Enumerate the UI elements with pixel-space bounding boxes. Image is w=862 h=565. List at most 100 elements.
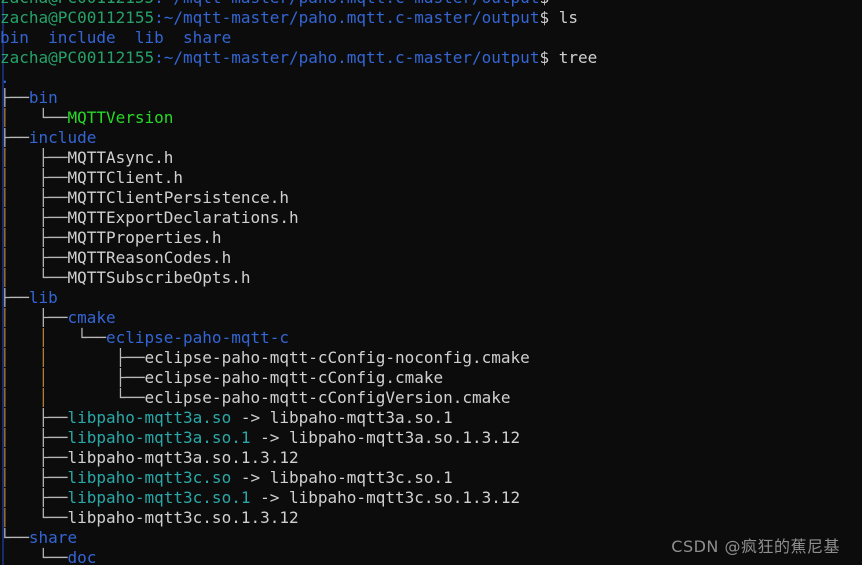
prompt-command: ls [549,8,578,27]
tree-trunk: │ │ [0,328,78,347]
ls-entry: share [183,28,232,47]
tree-line: │ └──MQTTSubscribeOpts.h [0,268,862,288]
tree-branch: ├── [38,408,68,427]
prompt-path: ~/mqtt-master/paho.mqtt.c-master/output [164,0,540,7]
prompt-command: tree [549,48,598,67]
tree-branch: ├── [38,228,68,247]
prompt-separator: : [154,8,164,27]
tree-entry-name: MQTTVersion [67,108,174,127]
tree-branch: ├── [0,88,29,107]
tree-trunk: │ [0,268,39,287]
tree-entry-name: MQTTProperties.h [67,228,222,247]
prompt-sigil: $ [539,8,550,27]
tree-entry-name: MQTTClient.h [67,168,184,187]
tree-trunk: │ [0,488,39,507]
tree-line: │ ├──libpaho-mqtt3c.so -> libpaho-mqtt3c… [0,468,862,488]
tree-entry-name: MQTTClientPersistence.h [67,188,289,207]
tree-trunk: │ [0,468,39,487]
tree-entry-name: MQTTAsync.h [67,148,174,167]
tree-link-target: libpaho-mqtt3c.so.1.3.12 [289,488,521,507]
tree-branch: ├── [38,148,68,167]
prompt-path: ~/mqtt-master/paho.mqtt.c-master/output [163,48,540,67]
tree-trunk: │ [0,108,39,127]
tree-link-arrow: -> [231,468,270,487]
ls-entry: bin [0,28,29,47]
prompt-user-host: zacha@PC00112155 [0,0,154,7]
tree-entry-name: . [0,68,10,87]
tree-trunk: │ [0,208,39,227]
tree-branch: ├── [38,428,68,447]
tree-branch: ├── [115,368,145,387]
tree-trunk: │ [0,248,39,267]
tree-branch: ├── [38,468,68,487]
tree-entry-name: bin [28,88,58,107]
tree-line: │ ├──MQTTReasonCodes.h [0,248,862,268]
ls-entry: include [48,28,116,47]
tree-entry-name: eclipse-paho-mqtt-cConfig-noconfig.cmake [144,348,530,367]
prompt-user-host: zacha@PC00112155 [0,8,155,27]
tree-trunk: │ [0,168,39,187]
tree-line: │ ├──MQTTClientPersistence.h [0,188,862,208]
tree-branch: ├── [38,248,68,267]
tree-link-arrow: -> [250,488,289,507]
tree-trunk: │ [0,408,39,427]
tree-line: │ ├──libpaho-mqtt3a.so -> libpaho-mqtt3a… [0,408,862,428]
tree-trunk: │ [0,448,39,467]
tree-branch: ├── [115,348,145,367]
tree-link-target: libpaho-mqtt3c.so.1 [269,468,453,487]
tree-entry-name: doc [67,548,97,565]
tree-link-arrow: -> [250,428,289,447]
tree-line: │ └──libpaho-mqtt3c.so.1.3.12 [0,508,862,528]
tree-trunk: │ [0,508,39,527]
tree-trunk [0,548,39,565]
tree-entry-name: MQTTReasonCodes.h [67,248,232,267]
tree-trunk: │ │ [0,368,116,387]
tree-entry-name: libpaho-mqtt3c.so [67,468,232,487]
terminal-window[interactable]: zacha@PC00112155:~/mqtt-master/paho.mqtt… [0,0,862,565]
tree-entry-name: MQTTSubscribeOpts.h [67,268,251,287]
tree-branch: ├── [38,448,68,467]
tree-branch: ├── [38,488,68,507]
ls-entry: lib [134,28,164,47]
tree-line: │ ├──MQTTExportDeclarations.h [0,208,862,228]
tree-line: . [0,68,862,88]
tree-line: │ ├──cmake [0,308,862,328]
tree-link-target: libpaho-mqtt3a.so.1.3.12 [289,428,521,447]
tree-entry-name: share [28,528,78,547]
tree-branch: ├── [38,168,68,187]
tree-branch: ├── [38,208,68,227]
tree-branch: └── [38,268,68,287]
tree-trunk: │ │ [0,348,116,367]
prompt-path: ~/mqtt-master/paho.mqtt.c-master/output [163,8,540,27]
prompt-separator: : [154,0,164,7]
tree-line: ├──bin [0,88,862,108]
tree-entry-name: libpaho-mqtt3c.so.1 [67,488,251,507]
tree-entry-name: eclipse-paho-mqtt-cConfigVersion.cmake [144,388,511,407]
tree-entry-name: eclipse-paho-mqtt-cConfig.cmake [144,368,444,387]
tree-entry-name: MQTTExportDeclarations.h [67,208,299,227]
tree-line: ├──include [0,128,862,148]
tree-trunk: │ [0,308,39,327]
tree-entry-name: libpaho-mqtt3a.so.1 [67,428,251,447]
prompt-line: zacha@PC00112155:~/mqtt-master/paho.mqtt… [0,48,862,68]
tree-line: │ ├──libpaho-mqtt3a.so.1.3.12 [0,448,862,468]
tree-link-arrow: -> [231,408,270,427]
tree-line: │ ├──MQTTProperties.h [0,228,862,248]
tree-line: │ ├──libpaho-mqtt3c.so.1 -> libpaho-mqtt… [0,488,862,508]
tree-entry-name: cmake [67,308,116,327]
tree-line: │ │ ├──eclipse-paho-mqtt-cConfig-noconfi… [0,348,862,368]
tree-line: │ │ ├──eclipse-paho-mqtt-cConfig.cmake [0,368,862,388]
terminal-screen: zacha@PC00112155:~/mqtt-master/paho.mqtt… [0,0,862,565]
prompt-separator: : [154,48,164,67]
tree-line: │ ├──libpaho-mqtt3a.so.1 -> libpaho-mqtt… [0,428,862,448]
tree-trunk: │ [0,428,39,447]
tree-branch: └── [0,528,29,547]
tree-branch: ├── [0,288,29,307]
tree-line: │ ├──MQTTClient.h [0,168,862,188]
tree-entry-name: libpaho-mqtt3c.so.1.3.12 [67,508,299,527]
ls-output-line: bin include lib share [0,28,862,48]
tree-branch: ├── [38,308,68,327]
tree-entry-name: include [28,128,97,147]
tree-branch: ├── [38,188,68,207]
tree-trunk: │ [0,228,39,247]
